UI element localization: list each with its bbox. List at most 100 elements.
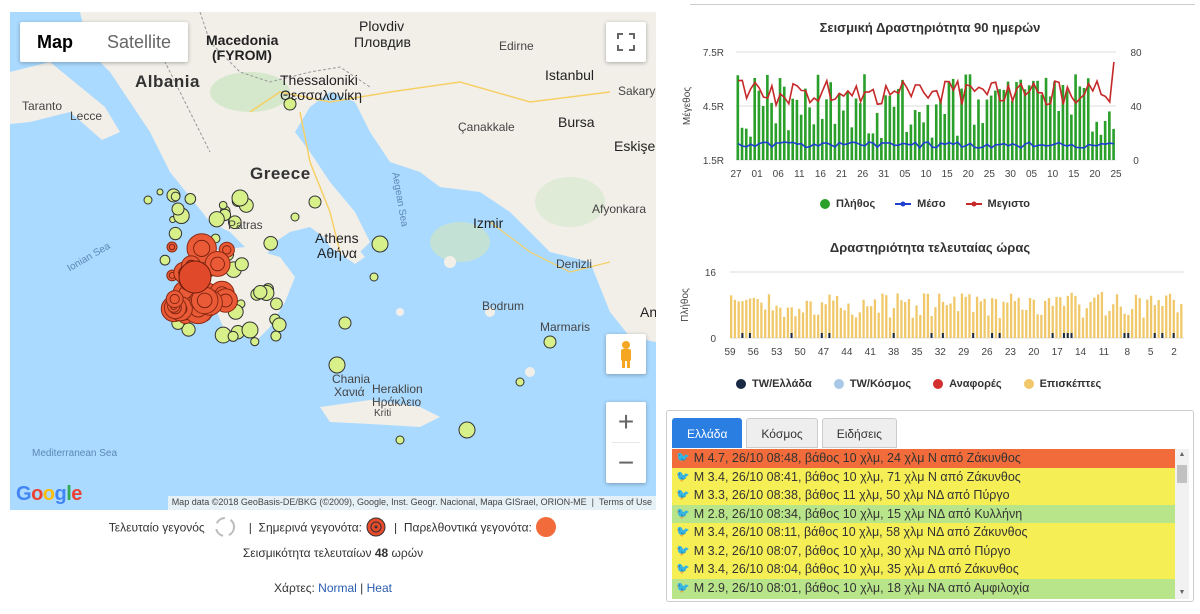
fullscreen-button[interactable] — [606, 22, 646, 62]
x-tick-label: 01 — [752, 169, 764, 180]
label-lecce: Lecce — [70, 109, 103, 123]
visitors-bar — [820, 302, 824, 338]
top-divider — [690, 4, 1195, 5]
pegman-icon — [621, 341, 631, 368]
map-heat-link[interactable]: Heat — [367, 581, 392, 595]
y-axis-title: Μέγεθος — [681, 87, 693, 125]
event-row[interactable]: 🐦 M 4.7, 26/10 08:48, βάθος 10 χλμ, 24 χλ… — [672, 449, 1176, 468]
legend-mean[interactable]: Μέσο — [895, 198, 946, 210]
label-denizli: Denizli — [556, 257, 593, 271]
count-bar — [791, 98, 795, 160]
visitors-bar — [888, 317, 892, 338]
x-tick-label: 59 — [724, 347, 736, 358]
visitors-bar — [786, 307, 790, 338]
event-row[interactable]: 🐦 M 2.8, 26/10 08:34, βάθος 10 χλμ, 15 χλ… — [672, 504, 1176, 523]
event-row[interactable]: 🐦 M 3.0, 26/10 07:45, βάθος 10 χλμ, 23 χλ… — [672, 597, 1176, 599]
chart-last-hour[interactable]: 16 0 Πλήθος 59 56 53 50 47 44 41 38 35 32 29 26 23 20 17 1… — [676, 262, 1191, 367]
visitors-bar — [843, 310, 846, 338]
event-row[interactable]: 🐦 M 3.2, 26/10 08:07, βάθος 10 χλμ, 30 χλ… — [672, 541, 1176, 560]
tab-news[interactable]: Ειδήσεις — [821, 418, 897, 448]
terms-link[interactable]: Terms of Use — [599, 497, 652, 507]
map-type-satellite-button[interactable]: Satellite — [90, 22, 188, 62]
count-bar — [1095, 121, 1099, 160]
x-tick-label: 8 — [1124, 347, 1130, 358]
count-bar — [896, 88, 900, 160]
count-bar — [985, 99, 989, 160]
count-bar — [808, 107, 811, 160]
count-bar — [842, 110, 845, 160]
scroll-up-arrow-icon[interactable]: ▲ — [1175, 449, 1189, 461]
legend-max[interactable]: Μεγιστο — [965, 198, 1030, 210]
count-bar — [757, 90, 761, 160]
visitors-bar — [775, 305, 778, 338]
tw-greece-bar — [1070, 333, 1073, 338]
x-tick-label: 16 — [815, 169, 827, 180]
map-type-control: Map Satellite — [20, 22, 189, 62]
visitors-bar — [1104, 315, 1107, 338]
tw-greece-bar — [930, 333, 933, 338]
chart-90-days[interactable]: 7.5R 4.5R 1.5R 80 40 0 Μέγεθος 27 01 06 11 16 21 26 31… — [676, 40, 1166, 190]
event-row[interactable]: 🐦 M 3.4, 26/10 08:11, βάθος 10 χλμ, 58 χλ… — [672, 523, 1176, 542]
x-tick-label: 10 — [920, 169, 932, 180]
count-bar — [884, 95, 887, 160]
zoom-control: + − — [606, 402, 646, 483]
visitors-bar — [1176, 312, 1179, 338]
event-row[interactable]: 🐦 M 3.4, 26/10 08:41, βάθος 10 χλμ, 71 χλ… — [672, 467, 1176, 486]
visitors-bar — [1044, 300, 1047, 338]
x-tick-label: 21 — [836, 169, 848, 180]
map-normal-link[interactable]: Normal — [318, 581, 357, 595]
past-quake-marker — [369, 272, 379, 282]
map-legend: Τελευταίο γεγονός | Σημερινά γεγονότα: |… — [0, 516, 666, 541]
count-bar — [825, 99, 828, 160]
scroll-thumb[interactable] — [1177, 465, 1187, 483]
scroll-down-arrow-icon[interactable]: ▼ — [1175, 587, 1189, 599]
map-type-map-button[interactable]: Map — [20, 22, 90, 62]
label-ant: Ant — [640, 304, 656, 320]
visitors-bar — [907, 299, 911, 338]
legend-visitors[interactable]: Επισκέπτες — [1023, 378, 1101, 390]
tab-greece[interactable]: Ελλάδα — [672, 418, 743, 448]
google-logo[interactable]: Google — [16, 483, 82, 506]
event-row[interactable]: 🐦 M 3.3, 26/10 08:38, βάθος 11 χλμ, 50 χλ… — [672, 486, 1176, 505]
visitors-bar — [1025, 309, 1028, 338]
visitors-bar — [945, 305, 948, 338]
zoom-out-button[interactable]: − — [606, 443, 646, 483]
street-view-pegman-button[interactable] — [606, 334, 646, 374]
count-bar — [812, 124, 816, 160]
y-tick-label: 1.5R — [703, 156, 724, 167]
count-bar — [977, 99, 980, 160]
events-list[interactable]: 🐦 M 4.7, 26/10 08:48, βάθος 10 χλμ, 24 χλ… — [672, 449, 1176, 599]
count-bar — [799, 114, 803, 160]
y-axis-title: Πλήθος — [679, 288, 691, 322]
x-tick-label: 23 — [1005, 347, 1017, 358]
past-quake-marker — [234, 257, 249, 272]
x-tick-label: 25 — [984, 169, 996, 180]
visitors-bar — [801, 312, 805, 338]
label-heraklion-gr: Ηράκλειο — [372, 395, 422, 409]
visitors-bar — [968, 294, 971, 338]
x-tick-label: 17 — [1052, 347, 1064, 358]
count-bar — [981, 123, 985, 160]
events-panel: Ελλάδα Κόσμος Ειδήσεις 🐦 M 4.7, 26/10 08:… — [666, 410, 1194, 602]
legend-count[interactable]: Πλήθος — [820, 198, 875, 210]
x-tick-label: 26 — [981, 347, 993, 358]
event-row[interactable]: 🐦 M 2.9, 26/10 08:01, βάθος 10 χλμ, 18 χλ… — [672, 578, 1176, 597]
earthquake-map[interactable]: Plovdiv Пловдив Edirne Macedonia (FYROM)… — [10, 12, 656, 510]
visitors-bar — [798, 308, 801, 338]
x-tick-label: 25 — [1110, 169, 1122, 180]
legend-tw-world[interactable]: TW/Κόσμος — [833, 378, 911, 390]
y-tick-label: 4.5R — [703, 102, 724, 113]
label-greece: Greece — [250, 164, 311, 183]
zoom-in-button[interactable]: + — [606, 402, 646, 442]
visitors-bar — [1002, 301, 1005, 338]
event-text: M 3.4, 26/10 08:04, βάθος 10 χλμ, 35 χλμ… — [693, 562, 1019, 576]
chart1-legend: Πλήθος Μέσο Μεγιστο — [820, 198, 1030, 210]
tab-world[interactable]: Κόσμος — [746, 418, 818, 448]
visitors-bar — [1134, 294, 1138, 338]
legend-tw-greece[interactable]: TW/Ελλάδα — [736, 378, 812, 390]
label-thessaloniki: Thessaloniki — [280, 72, 358, 88]
label-eskise: Eskişe — [614, 138, 656, 154]
legend-reports[interactable]: Αναφορές — [933, 378, 1002, 390]
event-row[interactable]: 🐦 M 3.4, 26/10 08:04, βάθος 10 χλμ, 35 χλ… — [672, 560, 1176, 579]
events-scrollbar[interactable]: ▲ ▼ — [1175, 449, 1189, 599]
